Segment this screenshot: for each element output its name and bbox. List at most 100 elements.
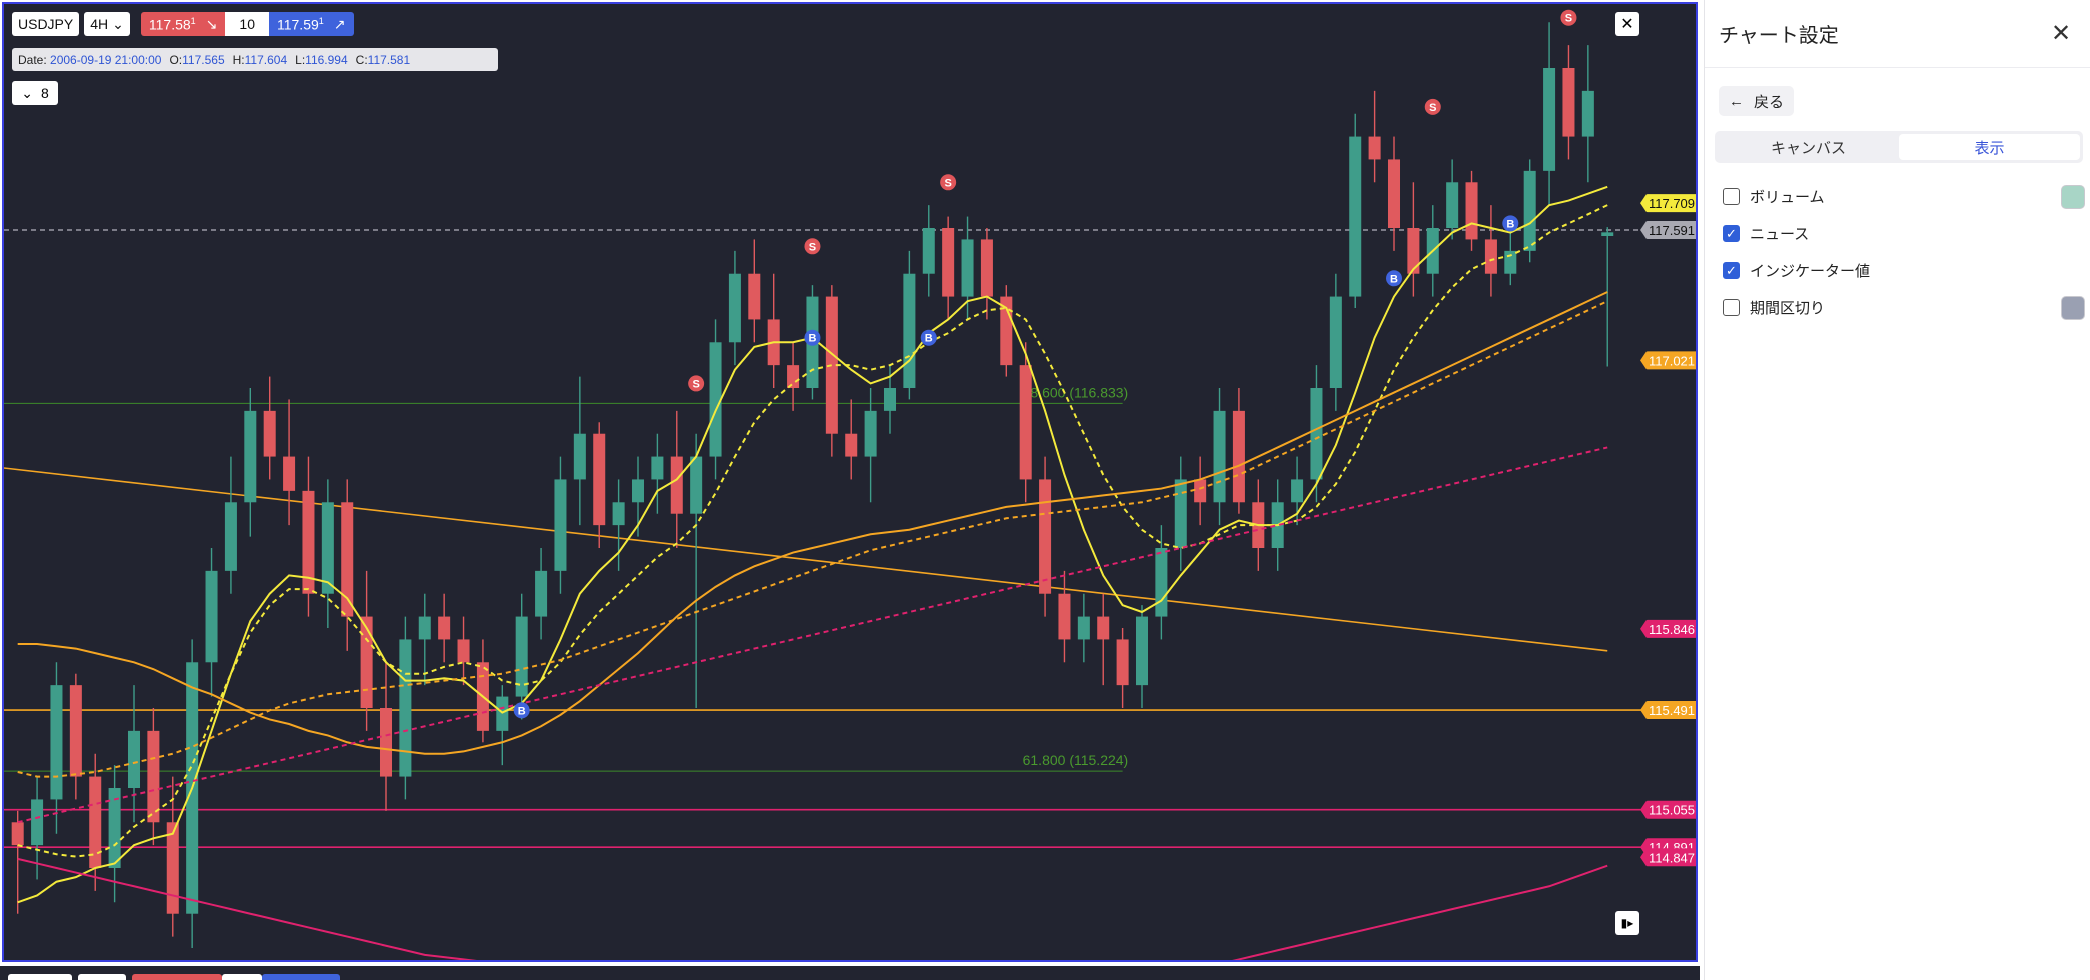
chart-panel[interactable]: 38.600 (116.833) 61.800 (115.224) B S B S B S B S… [2, 2, 1698, 962]
ghost-chip [222, 974, 262, 980]
candle-body [147, 730, 160, 823]
candle-body [1058, 593, 1071, 640]
close-chart-button[interactable]: ✕ [1615, 12, 1639, 36]
candle-body [166, 822, 179, 914]
candle-body [1504, 250, 1517, 274]
symbol-selector[interactable]: USDJPY [12, 12, 80, 36]
option-label: ボリューム [1750, 189, 1825, 206]
candle-body [360, 616, 373, 708]
option-indicator-values[interactable]: ✓ インジケーター値 [1723, 252, 2085, 289]
candle-body [399, 639, 412, 777]
candle-body [1484, 239, 1497, 274]
marker-letter: B [808, 333, 816, 345]
candle-body [728, 273, 741, 343]
candle-body [961, 239, 974, 297]
candle-body [1581, 90, 1594, 137]
candle-body [612, 502, 625, 526]
date-readout: Date: 2006-09-19 21:00:00 [18, 52, 162, 67]
candle-body [418, 616, 431, 640]
candle-body [864, 410, 877, 457]
period-separator-color-swatch[interactable] [2061, 295, 2085, 320]
ghost-chip [78, 974, 126, 980]
option-news[interactable]: ✓ ニュース [1723, 215, 2085, 252]
candle-body [942, 228, 955, 297]
price-tag-pointer [1640, 351, 1646, 370]
settings-header: チャート設定 ✕ [1705, 0, 2090, 68]
candle-body [573, 433, 586, 480]
candle-body [1387, 159, 1401, 228]
marker-letter: S [692, 378, 699, 390]
candle-body [1194, 479, 1207, 503]
marker-letter: S [1429, 102, 1436, 114]
chevron-down-icon: ⌄ [21, 84, 33, 101]
arrow-left-icon: ← [1729, 92, 1744, 110]
candle-body [535, 570, 548, 617]
candlestick-chart[interactable]: 38.600 (116.833)61.800 (115.224)BSBSBSBS… [4, 4, 1698, 962]
candle-body [1174, 479, 1187, 548]
chevron-down-icon: ⌄ [112, 16, 124, 32]
candle-body [1601, 232, 1614, 236]
tab-display[interactable]: 表示 [1899, 134, 2080, 160]
candle-body [283, 456, 296, 491]
candle-body [1213, 410, 1226, 503]
candle-body [244, 410, 257, 503]
candle-body [205, 570, 218, 663]
indicator-count: 8 [40, 85, 49, 101]
candle-body [1543, 68, 1556, 171]
candle-body [787, 365, 800, 388]
candle-body [922, 228, 935, 274]
candle-body [651, 456, 664, 480]
candle-body [127, 730, 141, 788]
candle-body [1329, 296, 1342, 388]
option-volume[interactable]: ボリューム [1723, 178, 2085, 215]
scroll-to-latest-button[interactable]: ▮▸ [1615, 911, 1639, 935]
candle-body [1523, 170, 1536, 251]
candle-body [379, 708, 393, 777]
marker-letter: B [925, 333, 933, 345]
period-separator-checkbox[interactable] [1723, 299, 1740, 316]
candle-body [263, 410, 276, 457]
sell-price: 117.581 [148, 15, 196, 33]
indicator-collapse-button[interactable]: ⌄ 8 [12, 81, 58, 105]
price-tag-label: 115.491 [1649, 703, 1695, 718]
buy-button[interactable]: 117.591 ↗ [268, 12, 354, 36]
price-tag-label: 117.709 [1649, 196, 1695, 211]
moving-average-line [17, 446, 1608, 824]
price-tag-label: 114.847 [1649, 850, 1695, 865]
ghost-chip [262, 974, 340, 980]
candle-body [31, 799, 44, 846]
buy-price: 117.591 [276, 15, 324, 33]
option-period-separator[interactable]: 期間区切り [1723, 289, 2085, 326]
candle-body [224, 502, 237, 571]
high-readout: H:117.604 [232, 52, 288, 67]
chart-settings-panel: チャート設定 ✕ ← 戻る キャンバス 表示 ボリューム ✓ ニュース ✓ イン… [1704, 0, 2090, 980]
sell-button[interactable]: 117.581 ↘ [140, 12, 226, 36]
option-label: ニュース [1750, 226, 1810, 243]
news-checkbox[interactable]: ✓ [1723, 225, 1740, 242]
volume-checkbox[interactable] [1723, 188, 1740, 205]
moving-average-line [17, 857, 1608, 960]
check-icon: ✓ [1726, 262, 1737, 278]
indicator-values-checkbox[interactable]: ✓ [1723, 262, 1740, 279]
candle-body [1368, 136, 1381, 160]
quantity-input[interactable]: 10 [225, 12, 269, 36]
volume-color-swatch[interactable] [2061, 184, 2085, 209]
close-icon[interactable]: ✕ [2046, 19, 2076, 48]
price-tag-label: 115.055 [1649, 803, 1695, 818]
timeframe-selector[interactable]: 4H ⌄ [84, 12, 130, 36]
price-tag-label: 117.591 [1649, 223, 1695, 238]
candle-body [11, 822, 24, 846]
open-readout: O:117.565 [169, 52, 225, 67]
check-icon: ✓ [1726, 225, 1737, 241]
candle-body [457, 639, 470, 663]
tab-canvas[interactable]: キャンバス [1718, 134, 1899, 160]
candle-body [1349, 136, 1362, 297]
back-button[interactable]: ← 戻る [1719, 86, 1795, 116]
low-readout: L:116.994 [295, 52, 348, 67]
settings-title: チャート設定 [1719, 25, 1839, 47]
candle-body [980, 239, 993, 297]
ohlc-readout: Date: 2006-09-19 21:00:00 O:117.565 H:11… [12, 48, 498, 71]
price-tag-label: 115.846 [1649, 622, 1695, 637]
price-tag-pointer [1640, 800, 1646, 819]
candle-body [903, 273, 916, 388]
